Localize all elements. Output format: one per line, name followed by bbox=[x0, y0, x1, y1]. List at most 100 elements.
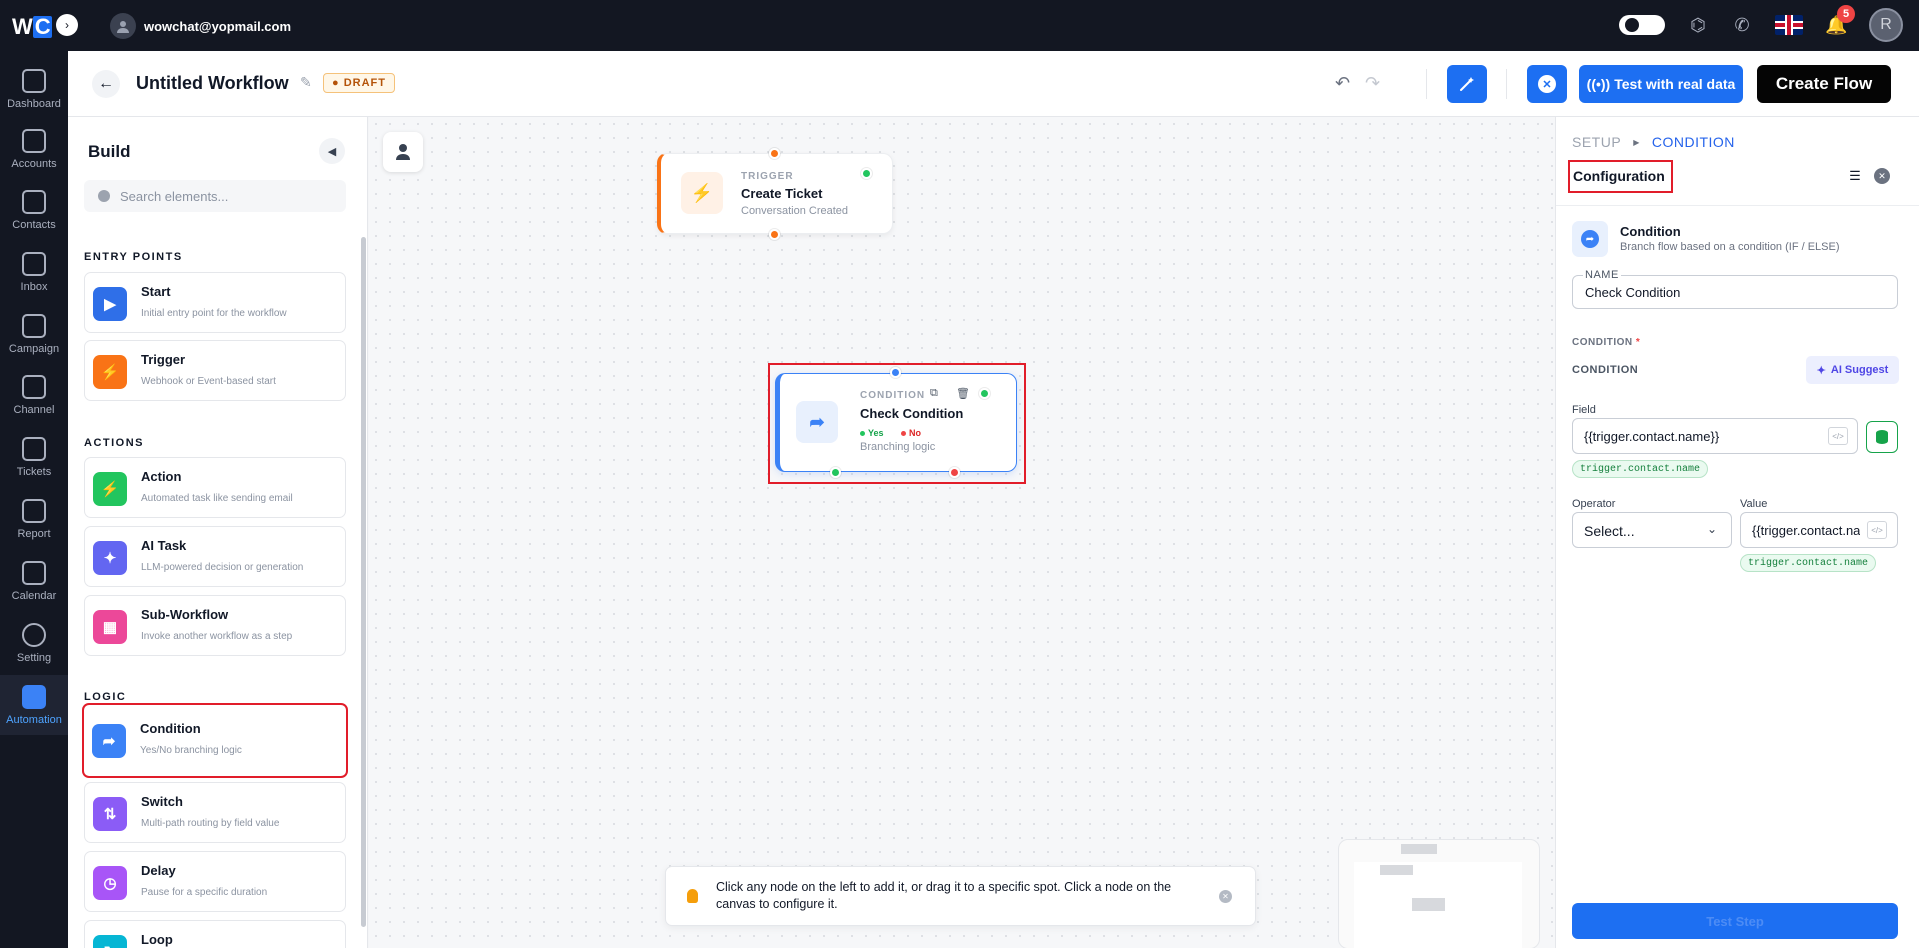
ai-suggest-button[interactable]: ✦ AI Suggest bbox=[1806, 356, 1899, 384]
value-variable-chip[interactable]: trigger.contact.name bbox=[1740, 554, 1877, 572]
build-scrollbar[interactable] bbox=[361, 237, 366, 927]
play-icon: ▶ bbox=[93, 287, 127, 321]
magic-wand-icon bbox=[1460, 77, 1474, 91]
value-input-box[interactable]: </> bbox=[1740, 512, 1898, 548]
back-button[interactable]: ← bbox=[92, 70, 120, 98]
element-trigger[interactable]: ⚡ Trigger Webhook or Event-based start bbox=[84, 340, 346, 401]
undo-icon[interactable]: ↶ bbox=[1335, 73, 1350, 94]
redo-icon[interactable]: ↷ bbox=[1365, 73, 1380, 94]
chevron-down-icon: ⌄ bbox=[1706, 522, 1717, 536]
workflow-header: ← Untitled Workflow ✎ ● DRAFT ↶ ↷ ✕ ((•)… bbox=[68, 51, 1919, 117]
field-input[interactable] bbox=[1584, 429, 1804, 444]
broadcast-icon: ((•)) bbox=[1586, 76, 1611, 92]
app-logo[interactable]: WC bbox=[12, 14, 52, 40]
nav-item-accounts[interactable]: Accounts bbox=[0, 119, 68, 179]
nav-item-report[interactable]: Report bbox=[0, 489, 68, 549]
notification-badge: 5 bbox=[1837, 4, 1855, 23]
copy-icon[interactable]: ⧉ bbox=[930, 387, 938, 400]
config-title: Configuration bbox=[1573, 168, 1665, 184]
divider bbox=[1506, 69, 1507, 99]
search-box[interactable] bbox=[84, 180, 346, 212]
top-actions: ⌬ ✆ 🔔 5 R bbox=[1619, 4, 1903, 42]
element-condition[interactable]: ➦ Condition Yes/No branching logic bbox=[82, 703, 348, 778]
pencil-icon[interactable]: ✎ bbox=[300, 74, 312, 91]
database-button[interactable] bbox=[1866, 421, 1898, 453]
clock-icon: ◷ bbox=[93, 866, 127, 900]
field-variable-chip[interactable]: trigger.contact.name bbox=[1572, 460, 1709, 478]
crumb-setup[interactable]: SETUP bbox=[1572, 134, 1621, 150]
profile-avatar[interactable]: R bbox=[1869, 8, 1903, 42]
switch-icon: ⇅ bbox=[93, 797, 127, 831]
test-step-button[interactable]: Test Step bbox=[1572, 903, 1898, 939]
element-delay[interactable]: ◷ Delay Pause for a specific duration bbox=[84, 851, 346, 912]
workflow-canvas[interactable]: ⚡ TRIGGER Create Ticket Conversation Cre… bbox=[369, 117, 1555, 948]
output-port[interactable] bbox=[769, 229, 780, 240]
input-port[interactable] bbox=[769, 148, 780, 159]
field-label: Field bbox=[1572, 404, 1596, 416]
code-icon[interactable]: </> bbox=[1828, 427, 1848, 445]
name-input[interactable] bbox=[1585, 285, 1885, 300]
element-start[interactable]: ▶ Start Initial entry point for the work… bbox=[84, 272, 346, 333]
nav-item-inbox[interactable]: Inbox bbox=[0, 242, 68, 302]
nav-item-calendar[interactable]: Calendar bbox=[0, 551, 68, 611]
element-ai-task[interactable]: ✦ AI Task LLM-powered decision or genera… bbox=[84, 526, 346, 587]
value-input[interactable] bbox=[1752, 523, 1860, 538]
users-icon bbox=[396, 144, 410, 160]
element-loop[interactable]: ↻ Loop bbox=[84, 920, 346, 948]
no-output-port[interactable] bbox=[949, 467, 960, 478]
close-icon[interactable]: ✕ bbox=[1219, 890, 1232, 903]
phone-icon[interactable]: ✆ bbox=[1731, 15, 1753, 36]
language-flag-icon[interactable] bbox=[1775, 15, 1803, 35]
close-icon[interactable]: ✕ bbox=[1874, 168, 1890, 184]
theme-toggle[interactable] bbox=[1619, 15, 1665, 35]
no-label: No bbox=[901, 428, 921, 438]
operator-select[interactable]: Select... ⌄ bbox=[1572, 512, 1732, 548]
minimap[interactable] bbox=[1338, 839, 1540, 948]
divider bbox=[1426, 69, 1427, 99]
bell-icon[interactable]: 🔔 5 bbox=[1825, 4, 1855, 36]
calendar-icon bbox=[22, 560, 46, 585]
yes-output-port[interactable] bbox=[830, 467, 841, 478]
nav-item-channel[interactable]: Channel bbox=[0, 365, 68, 425]
nav-item-dashboard[interactable]: Dashboard bbox=[0, 59, 68, 119]
magic-wand-button[interactable] bbox=[1447, 65, 1487, 103]
network-icon[interactable]: ⌬ bbox=[1687, 15, 1709, 36]
status-badge: ● DRAFT bbox=[323, 73, 395, 93]
branch-icon: ➦ bbox=[796, 401, 838, 443]
user-menu[interactable]: wowchat@yopmail.com bbox=[110, 13, 291, 39]
database-icon[interactable]: ☰ bbox=[1846, 167, 1864, 185]
nav-item-contacts[interactable]: Contacts bbox=[0, 180, 68, 240]
left-nav: Dashboard Accounts Contacts Inbox Campai… bbox=[0, 51, 68, 948]
magic-wand-icon: ✦ bbox=[1816, 364, 1826, 377]
input-port[interactable] bbox=[890, 367, 901, 378]
search-input[interactable] bbox=[120, 188, 320, 204]
element-sub-workflow[interactable]: ▦ Sub-Workflow Invoke another workflow a… bbox=[84, 595, 346, 656]
trash-icon[interactable]: 🗑 bbox=[956, 387, 970, 400]
top-bar: WC › wowchat@yopmail.com ⌬ ✆ 🔔 5 R bbox=[0, 0, 1919, 51]
nav-item-tickets[interactable]: Tickets bbox=[0, 427, 68, 487]
condition-node[interactable]: ➦ CONDITION ⧉ 🗑 Check Condition Yes No B… bbox=[775, 373, 1017, 472]
create-flow-button[interactable]: Create Flow bbox=[1757, 65, 1891, 103]
minimap-node bbox=[1380, 865, 1413, 875]
nav-item-campaign[interactable]: Campaign bbox=[0, 304, 68, 364]
name-field[interactable]: NAME bbox=[1572, 269, 1898, 309]
element-switch[interactable]: ⇅ Switch Multi-path routing by field val… bbox=[84, 782, 346, 843]
nav-item-automation[interactable]: Automation bbox=[0, 675, 68, 735]
node-type-desc: Branch flow based on a condition (IF / E… bbox=[1620, 241, 1840, 253]
code-icon[interactable]: </> bbox=[1867, 521, 1887, 539]
ticket-icon bbox=[22, 436, 46, 461]
users-tool-button[interactable] bbox=[383, 132, 423, 172]
close-button[interactable]: ✕ bbox=[1527, 65, 1567, 103]
workflow-title: Untitled Workflow bbox=[136, 73, 289, 93]
trigger-node[interactable]: ⚡ TRIGGER Create Ticket Conversation Cre… bbox=[657, 153, 893, 234]
channel-icon bbox=[22, 374, 46, 399]
nav-item-setting[interactable]: Setting bbox=[0, 613, 68, 673]
element-action[interactable]: ⚡ Action Automated task like sending ema… bbox=[84, 457, 346, 518]
field-input-box[interactable]: </> bbox=[1572, 418, 1858, 454]
chevron-right-icon: ▶ bbox=[1633, 137, 1640, 147]
collapse-panel-button[interactable]: ◀ bbox=[319, 138, 345, 164]
sidebar-toggle-icon[interactable]: › bbox=[56, 14, 78, 36]
grid-icon: ▦ bbox=[93, 610, 127, 644]
section-actions: ACTIONS bbox=[84, 437, 144, 449]
test-real-data-button[interactable]: ((•)) Test with real data bbox=[1579, 65, 1743, 103]
